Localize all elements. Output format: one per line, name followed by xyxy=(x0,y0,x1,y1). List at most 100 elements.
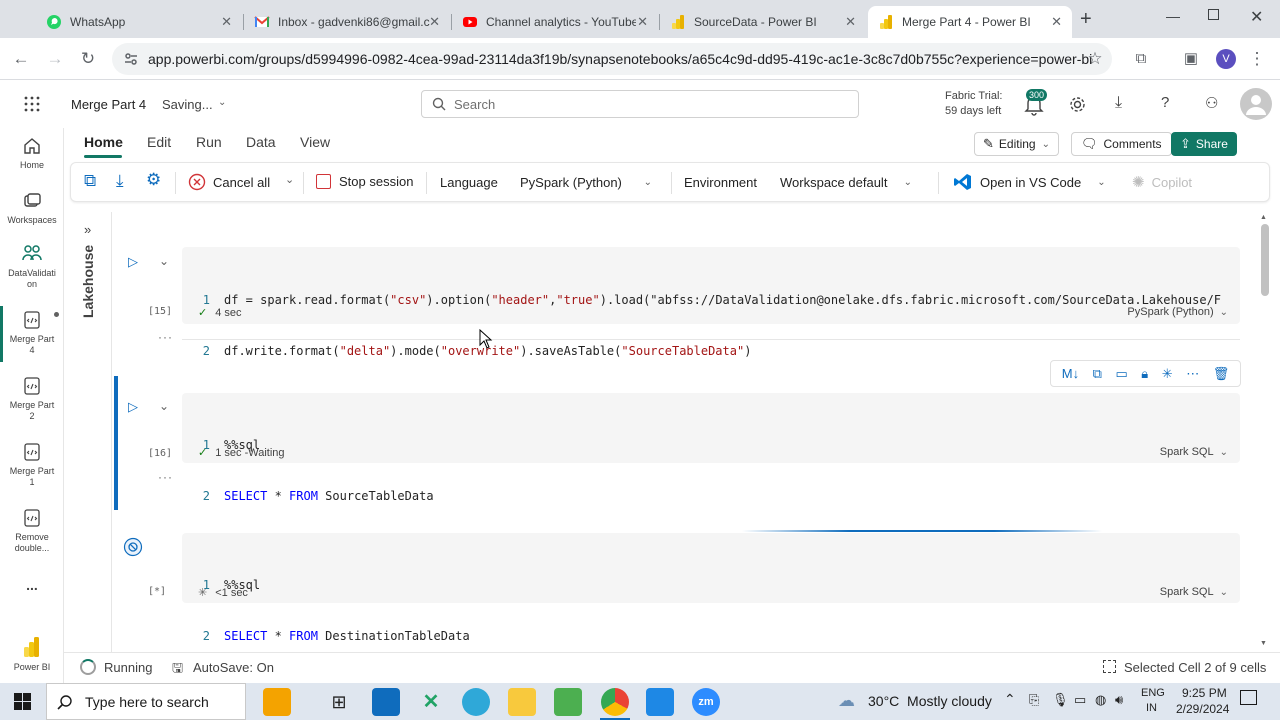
chrome-browser-icon[interactable] xyxy=(601,688,629,716)
environment-select[interactable]: Workspace default ⌄ xyxy=(771,169,921,195)
nav-merge-part-4[interactable]: Merge Part 4 xyxy=(0,310,64,356)
notepad-app-icon[interactable] xyxy=(554,688,582,716)
zoom-app-icon[interactable]: zm xyxy=(692,688,720,716)
account-avatar[interactable] xyxy=(1240,88,1272,120)
volume-icon[interactable]: 🔊︎ xyxy=(1115,692,1123,708)
minimize-button[interactable]: — xyxy=(1166,8,1180,24)
nav-powerbi[interactable]: Power BI xyxy=(0,636,64,673)
scroll-down-arrow[interactable]: ▼ xyxy=(1260,640,1267,647)
tab-view[interactable]: View xyxy=(300,134,330,150)
nav-workspaces[interactable]: Workspaces xyxy=(0,191,64,226)
browser-tab-youtube[interactable]: Channel analytics - YouTube ✕ xyxy=(452,6,658,38)
briefcase-app-icon[interactable] xyxy=(263,688,291,716)
expand-panel-icon[interactable]: » xyxy=(84,222,91,237)
file-explorer-icon[interactable] xyxy=(508,688,536,716)
show-hidden-icons-chevron[interactable]: ⌃ xyxy=(1004,691,1016,708)
input-language[interactable]: ENG xyxy=(1141,687,1165,699)
language-select[interactable]: PySpark (Python) ⌄ xyxy=(511,169,661,195)
freeze-icon[interactable]: ✳ xyxy=(1162,366,1173,382)
task-view-icon[interactable]: ⊞ xyxy=(325,688,353,716)
share-button[interactable]: ⇪ Share xyxy=(1171,132,1237,156)
notification-center-icon[interactable] xyxy=(1240,690,1257,705)
code-editor[interactable]: 1 %%sql 2 SELECT * FROM SourceTableData xyxy=(182,403,434,539)
browser-tab-gmail[interactable]: Inbox - gadvenki86@gmail.c ✕ xyxy=(244,6,450,38)
tab-edit[interactable]: Edit xyxy=(147,134,171,150)
collapse-chevron-icon[interactable]: ⌄ xyxy=(159,399,169,413)
reload-icon[interactable]: ↻ xyxy=(75,46,101,72)
tab-home[interactable]: Home xyxy=(84,134,123,150)
tab-run[interactable]: Run xyxy=(196,134,222,150)
collapse-chevron-icon[interactable]: ⌄ xyxy=(159,254,169,268)
download-icon[interactable]: ⤓ xyxy=(1115,94,1122,112)
device-icon[interactable]: ⎘ xyxy=(1029,692,1039,708)
open-vscode-button[interactable]: Open in VS Code ⌄ xyxy=(953,172,1106,192)
mail-app-icon[interactable] xyxy=(372,688,400,716)
lock-icon[interactable]: 🔒︎ xyxy=(1141,366,1148,382)
weather-cloud-icon[interactable]: ☁ xyxy=(838,691,855,711)
cell-more-ellipsis[interactable]: ··· xyxy=(158,330,173,344)
nav-merge-part-2[interactable]: Merge Part 2 xyxy=(0,376,64,422)
edge-browser-icon[interactable] xyxy=(462,688,490,716)
browser-tab-sourcedata[interactable]: SourceData - Power BI ✕ xyxy=(660,6,866,38)
network-icon[interactable]: ◍ xyxy=(1095,692,1106,708)
profile-avatar[interactable]: V xyxy=(1216,49,1236,69)
lakehouse-label[interactable]: Lakehouse xyxy=(80,245,96,318)
download-icon[interactable]: ⤓ xyxy=(116,171,124,191)
microphone-icon[interactable]: 🎙︎ xyxy=(1052,692,1069,708)
cancel-all-button[interactable]: Cancel all xyxy=(188,173,270,191)
cancel-run-icon[interactable] xyxy=(123,537,143,557)
nav-home[interactable]: Home xyxy=(0,136,64,171)
nav-more[interactable]: ... xyxy=(0,578,64,592)
settings-gear-icon[interactable]: ⚙ xyxy=(146,170,161,190)
browser-tab-whatsapp[interactable]: WhatsApp ✕ xyxy=(36,6,242,38)
close-tab-icon[interactable]: ✕ xyxy=(845,14,856,30)
run-cell-play-icon[interactable]: ▷ xyxy=(128,399,138,415)
code-cell-3[interactable]: 1 %%sql 2 SELECT * FROM DestinationTableDa… xyxy=(182,533,1240,643)
url-bar[interactable]: app.powerbi.com/groups/d5994996-0982-4ce… xyxy=(112,43,1112,75)
battery-icon[interactable]: ▭ xyxy=(1074,692,1086,708)
site-settings-icon[interactable] xyxy=(124,52,138,66)
scroll-up-arrow[interactable]: ▲ xyxy=(1260,214,1267,221)
scrollbar-thumb[interactable] xyxy=(1261,224,1269,296)
close-tab-icon[interactable]: ✕ xyxy=(221,14,232,30)
forward-arrow-icon[interactable]: → xyxy=(42,46,68,72)
comments-button[interactable]: 🗨 Comments xyxy=(1071,132,1172,156)
feedback-icon[interactable]: ⚇ xyxy=(1205,94,1218,112)
autosave-status[interactable]: AutoSave: On xyxy=(193,660,274,675)
help-icon[interactable]: ? xyxy=(1161,94,1169,111)
code-cell-1[interactable]: 1 df = spark.read.format("csv").option("h… xyxy=(182,247,1240,358)
photos-app-icon[interactable] xyxy=(646,688,674,716)
editing-mode-button[interactable]: ✎ Editing ⌄ xyxy=(974,132,1059,156)
cell-language-select[interactable]: PySpark (Python) ⌄ xyxy=(1127,306,1228,318)
code-cell-2[interactable]: 1 %%sql 2 SELECT * FROM SourceTableData ✓ 1… xyxy=(182,393,1240,503)
app-launcher-icon[interactable] xyxy=(24,96,40,112)
run-cell-play-icon[interactable]: ▷ xyxy=(128,254,138,270)
cell-language-select[interactable]: Spark SQL ⌄ xyxy=(1160,586,1228,598)
settings-gear-icon[interactable] xyxy=(1069,96,1086,113)
copilot-button[interactable]: ✺ Copilot xyxy=(1132,173,1192,191)
delete-trash-icon[interactable]: 🗑︎ xyxy=(1213,366,1230,382)
taskbar-search-box[interactable]: Type here to search xyxy=(46,683,246,720)
close-tab-icon[interactable]: ✕ xyxy=(1051,14,1062,30)
stop-session-button[interactable]: Stop session xyxy=(316,174,413,189)
search-input[interactable]: Search xyxy=(421,90,859,118)
cell-language-select[interactable]: Spark SQL ⌄ xyxy=(1160,446,1228,458)
chevron-down-icon[interactable]: ⌄ xyxy=(285,173,294,186)
markdown-toggle-icon[interactable]: M↓ xyxy=(1062,366,1079,381)
back-arrow-icon[interactable]: ← xyxy=(8,46,34,72)
notebook-title[interactable]: Merge Part 4 xyxy=(71,97,146,112)
clock-time[interactable]: 9:25 PM xyxy=(1182,686,1227,700)
close-window-button[interactable]: ✕ xyxy=(1250,7,1263,27)
browser-menu-icon[interactable]: ⋮ xyxy=(1244,46,1270,72)
nav-remove-double[interactable]: Remove double... xyxy=(0,508,64,554)
nav-merge-part-1[interactable]: Merge Part 1 xyxy=(0,442,64,488)
comment-icon[interactable]: ▭ xyxy=(1115,366,1127,382)
tab-data[interactable]: Data xyxy=(246,134,276,150)
windows-start-icon[interactable] xyxy=(14,693,31,710)
chevron-down-icon[interactable]: ⌄ xyxy=(218,97,226,108)
extensions-icon[interactable]: ⧉ xyxy=(1128,46,1154,72)
excel-app-icon[interactable]: ✕ xyxy=(417,688,445,716)
notebook-save-icon[interactable]: ⧉ xyxy=(84,171,96,191)
maximize-button[interactable] xyxy=(1208,9,1219,20)
open-cell-icon[interactable]: ⧉ xyxy=(1093,366,1102,382)
